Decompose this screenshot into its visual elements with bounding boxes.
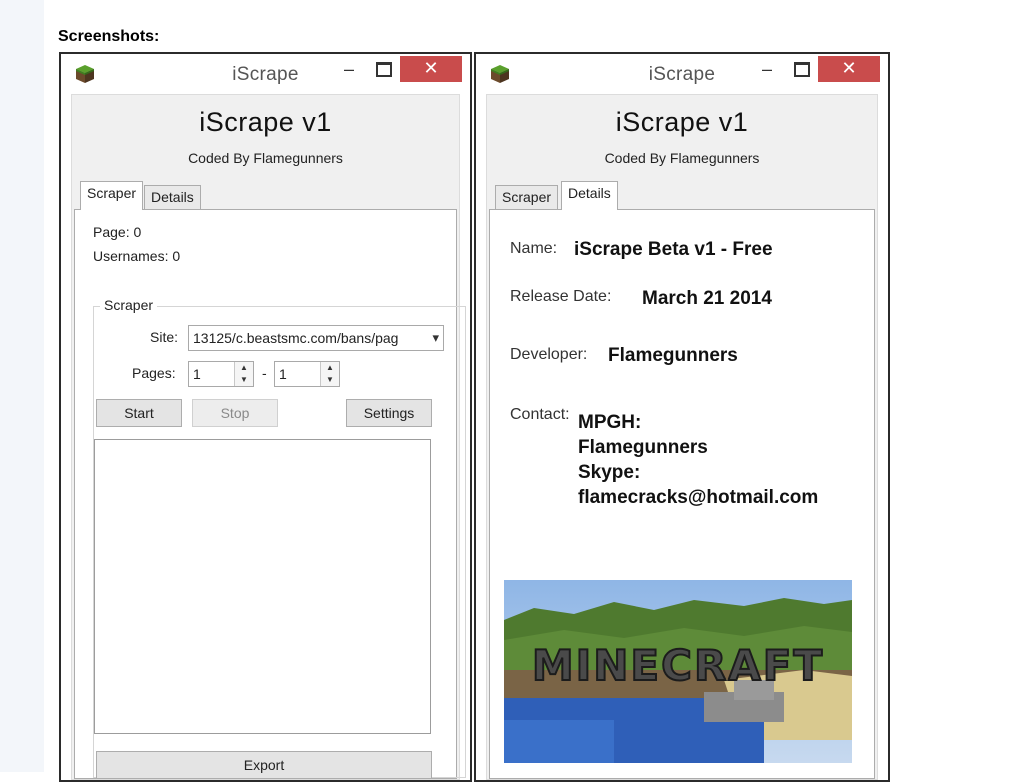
maximize-button[interactable] [794,62,810,77]
release-date-label: Release Date: [510,288,612,305]
developer-label: Developer: [510,346,588,363]
site-combobox[interactable]: 13125/c.beastsmc.com/bans/pag ▾ [188,325,444,351]
stop-button[interactable]: Stop [192,399,278,427]
scraper-tab-page: Page: 0 Usernames: 0 Scraper Site: 13125… [74,209,466,779]
stepper-arrows-icon[interactable]: ▲ ▼ [234,362,253,386]
site-value: 13125/c.beastsmc.com/bans/pag [193,330,399,346]
groupbox-title: Scraper [100,297,158,313]
app-title: iScrape v1 [615,107,749,137]
minecraft-logo-text: MINECRAFT [532,641,824,690]
start-button[interactable]: Start [96,399,182,427]
page-count-label: Page: 0 [93,224,142,240]
stepper-arrows-icon[interactable]: ▲ ▼ [320,362,339,386]
pages-from-value: 1 [193,366,201,382]
minimize-button[interactable]: – [338,60,360,82]
window-client: iScrape v1 Coded By Flamegunners Scraper… [71,94,466,780]
contact-line: Skype: [578,462,641,483]
results-listbox[interactable] [94,439,431,734]
scraper-groupbox: Scraper Site: 13125/c.beastsmc.com/bans/… [93,297,466,779]
contact-line: Flamegunners [578,437,708,458]
name-value: iScrape Beta v1 - Free [574,239,773,260]
site-label: Site: [150,329,179,345]
pages-to-stepper[interactable]: 1 ▲ ▼ [274,361,340,387]
pages-label: Pages: [132,365,176,381]
pages-from-stepper[interactable]: 1 ▲ ▼ [188,361,254,387]
chevron-down-icon[interactable]: ▾ [432,330,439,346]
tab-details[interactable]: Details [561,181,618,210]
title-bar[interactable]: iScrape – ✕ [476,54,888,92]
window-client: iScrape v1 Coded By Flamegunners Scraper… [486,94,878,780]
screenshots-heading: Screenshots: [58,28,160,45]
close-button[interactable]: ✕ [818,56,880,82]
details-tab-page: Name: iScrape Beta v1 - Free Release Dat… [489,209,875,779]
app-subtitle: Coded By Flamegunners [188,150,343,166]
maximize-button[interactable] [376,62,392,77]
iscrape-window-details: iScrape – ✕ iScrape v1 Coded By Flamegun… [474,52,890,782]
minecraft-banner-image: MINECRAFT [504,580,852,763]
usernames-count-label: Usernames: 0 [93,248,181,264]
page-left-strip [0,0,44,772]
contact-info: MPGH: Flamegunners Skype: flamecracks@ho… [578,410,818,510]
app-subtitle: Coded By Flamegunners [604,150,760,166]
pages-to-value: 1 [279,366,287,382]
minimize-button[interactable]: – [756,60,778,82]
export-button[interactable]: Export [96,751,432,779]
tab-details[interactable]: Details [144,185,201,209]
settings-button[interactable]: Settings [346,399,432,427]
contact-line: MPGH: [578,412,642,433]
title-bar[interactable]: iScrape – ✕ [61,54,470,92]
contact-line: flamecracks@hotmail.com [578,487,819,508]
tab-scraper[interactable]: Scraper [80,181,144,210]
pages-range-separator: - [262,365,267,381]
close-button[interactable]: ✕ [400,56,462,82]
iscrape-window-scraper: iScrape – ✕ iScrape v1 Coded By Flamegun… [59,52,472,782]
name-label: Name: [510,240,558,257]
release-date-value: March 21 2014 [642,288,772,309]
developer-value: Flamegunners [608,345,738,366]
app-title: iScrape v1 [199,107,332,137]
tab-scraper[interactable]: Scraper [495,185,559,209]
contact-label: Contact: [510,406,570,423]
